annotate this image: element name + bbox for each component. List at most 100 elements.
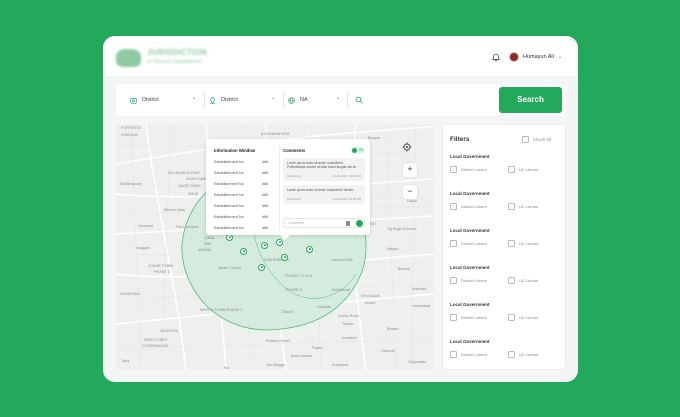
filter-option[interactable]: District Lahore	[450, 277, 487, 284]
checkbox[interactable]	[522, 136, 529, 143]
na-select-label: NA	[300, 97, 308, 103]
filter-option[interactable]: UC Lahore	[508, 166, 538, 173]
filter-option[interactable]: District Lahore	[450, 203, 487, 210]
checkbox[interactable]	[508, 203, 515, 210]
chevron-down-icon[interactable]: ⌄	[192, 95, 196, 101]
filters-title: Filters	[450, 136, 470, 143]
map-label: Bara Nathan	[291, 354, 313, 358]
map-view[interactable]: FORTRESS STADIUM BAGHBANPURA GULSHAN-E-R…	[116, 124, 434, 370]
map-label: PHASE 1	[154, 270, 170, 274]
map-label: Sera Daudi	[361, 294, 380, 298]
info-row: Establishment No #66	[214, 193, 274, 197]
checkbox[interactable]	[450, 351, 457, 358]
map-label: Sheikhupura	[120, 182, 142, 186]
checkbox[interactable]	[508, 240, 515, 247]
info-row-label: Establishment No	[214, 226, 244, 230]
map-label: JOHAR TOWN	[148, 264, 174, 268]
filter-option-label: UC Lahore	[519, 241, 539, 246]
comments-count-badge: 03	[351, 147, 365, 154]
filter-option-label: District Lahore	[461, 315, 487, 320]
marker-icon[interactable]	[281, 254, 288, 261]
checkbox[interactable]	[450, 203, 457, 210]
divider	[279, 145, 280, 231]
filter-option[interactable]: District Lahore	[450, 314, 487, 321]
marker-icon[interactable]	[276, 239, 283, 246]
map-label: Kacha Road	[338, 314, 359, 318]
map-label: PHASE 7 D.H.A	[285, 274, 313, 278]
info-row-label: Establishment No	[214, 193, 244, 197]
marker-icon[interactable]	[261, 242, 268, 249]
user-name[interactable]: Humayun Ali	[523, 54, 554, 60]
comment-text: Lorem ipsum dolor sit amet consectetur u…	[287, 188, 354, 192]
checkbox[interactable]	[508, 351, 515, 358]
zoom-out-button[interactable]: −	[403, 185, 417, 199]
marker-icon[interactable]	[240, 248, 247, 255]
map-label: STADIUM	[121, 133, 138, 137]
app-window: JURISDICTION of Various Department Humay…	[103, 36, 578, 382]
checkbox[interactable]	[450, 166, 457, 173]
zoom-in-button[interactable]: +	[403, 163, 417, 177]
filter-option[interactable]: UC Lahore	[508, 277, 538, 284]
avatar[interactable]	[509, 52, 519, 62]
filter-option[interactable]: UC Lahore	[508, 203, 538, 210]
map-label: AMANA	[198, 248, 212, 252]
filter-option-label: District Lahore	[461, 278, 487, 283]
filter-option[interactable]: District Lahore	[450, 351, 487, 358]
map-label: Tariq	[121, 359, 130, 363]
map-label: Model Colony	[218, 266, 242, 270]
map-label: Ravi Campus	[176, 225, 199, 229]
info-row: Establishment No #66	[214, 204, 274, 208]
checkbox[interactable]	[450, 240, 457, 247]
info-row: Establishment No #66	[214, 182, 274, 186]
map-label: Saggian	[136, 246, 150, 250]
comment-input[interactable]: Comment	[283, 218, 365, 228]
marker-icon[interactable]	[306, 246, 313, 253]
attach-icon[interactable]	[346, 221, 350, 226]
checkbox[interactable]	[508, 314, 515, 321]
chevron-down-icon[interactable]: ⌄	[336, 95, 340, 101]
check-all-checkbox[interactable]: Check All	[522, 136, 551, 143]
filter-option[interactable]: UC Lahore	[508, 314, 538, 321]
chevron-down-icon[interactable]: ⌄	[271, 95, 275, 101]
search-button[interactable]: Search	[499, 87, 562, 113]
checkbox[interactable]	[450, 277, 457, 284]
checkbox[interactable]	[508, 277, 515, 284]
map-label: Taj Bagh Scheme	[387, 227, 417, 231]
filter-group-title: Local Government	[450, 228, 490, 233]
globe-icon	[288, 96, 295, 104]
chevron-down-icon[interactable]: ⌄	[558, 54, 562, 60]
map-label: SBB	[204, 242, 212, 246]
comment-text: Lorem ipsum dolor sit amet consectetur. …	[287, 161, 357, 169]
info-row-value: #66	[262, 182, 269, 186]
filter-option[interactable]: District Lahore	[450, 240, 487, 247]
map-label: GULSHAN-E-RAVI	[168, 171, 200, 175]
map-label: JAVED PARK	[178, 184, 201, 188]
map-label: Mirani	[365, 301, 376, 305]
info-row-label: Establishment No	[214, 160, 244, 164]
bell-icon[interactable]	[492, 53, 500, 61]
send-icon[interactable]	[356, 220, 363, 227]
marker-icon[interactable]	[258, 264, 265, 271]
district-icon	[130, 97, 137, 104]
district-select-1[interactable]: District	[130, 95, 159, 105]
logo	[116, 49, 141, 67]
target-icon[interactable]	[402, 142, 412, 152]
filter-option[interactable]: District Lahore	[450, 166, 487, 173]
divider	[347, 92, 348, 108]
marker-icon[interactable]	[226, 234, 233, 241]
filter-option[interactable]: UC Lahore	[508, 240, 538, 247]
district-select-2[interactable]: District	[209, 95, 238, 105]
filter-group-title: Local Government	[450, 302, 490, 307]
map-label: Lalpur	[407, 199, 418, 203]
na-select[interactable]: NA	[288, 95, 308, 105]
map-label: Pajian	[312, 346, 323, 350]
checkbox[interactable]	[450, 314, 457, 321]
filter-option[interactable]: UC Lahore	[508, 351, 538, 358]
map-label: BAGHBANPURA	[261, 132, 290, 136]
search-icon[interactable]	[355, 96, 363, 104]
filter-option-label: UC Lahore	[519, 167, 539, 172]
map-label: WAPDA TOWN PHASE 1	[200, 308, 243, 312]
checkbox[interactable]	[508, 166, 515, 173]
info-row-value: #66	[262, 171, 269, 175]
top-header: JURISDICTION of Various Department Humay…	[103, 36, 578, 76]
